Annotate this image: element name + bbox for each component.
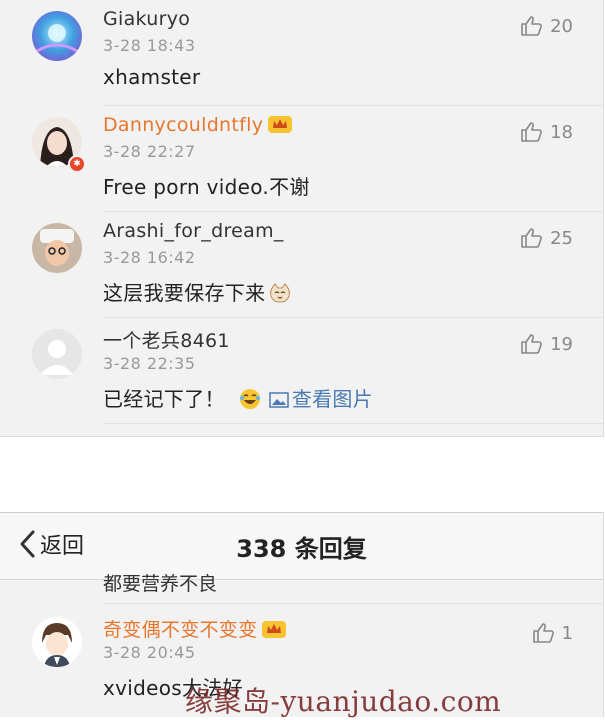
comment-list-top: Giakuryo 3-28 18:43 xhamster 20 ✱ Dannyc… — [0, 0, 604, 437]
avatar[interactable] — [32, 223, 82, 273]
username-text: Dannycouldntfly — [103, 114, 264, 136]
divider — [103, 423, 603, 424]
cat-face-emoji-icon — [270, 283, 291, 303]
comment-username[interactable]: Dannycouldntfly — [103, 114, 293, 136]
comment-time: 3-28 18:43 — [103, 36, 196, 55]
comment-text: 已经记下了！ 查看图片 — [103, 383, 373, 412]
comment-time: 3-28 16:42 — [103, 248, 196, 267]
avatar[interactable] — [32, 11, 82, 61]
thumbs-up-icon — [521, 16, 543, 36]
view-image-label: 查看图片 — [291, 387, 374, 411]
comment-text: 这层我要保存下来 — [103, 277, 291, 306]
like-count: 20 — [550, 15, 573, 37]
avatar[interactable] — [32, 617, 82, 667]
like-button[interactable]: 19 — [520, 332, 573, 356]
comment-item: 一个老兵8461 3-28 22:35 已经记下了！ 查看图片 19 — [0, 318, 603, 424]
comment-username[interactable]: Arashi_for_dream_ — [103, 220, 284, 242]
avatar[interactable] — [32, 329, 82, 379]
like-count: 25 — [550, 227, 573, 249]
comment-item: ✱ Dannycouldntfly 3-28 22:27 Free porn v… — [0, 106, 603, 212]
like-count: 19 — [550, 333, 573, 355]
comment-username[interactable]: Giakuryo — [103, 8, 190, 30]
comment-text: xhamster — [103, 65, 201, 89]
thumbs-up-icon — [521, 334, 543, 354]
crown-vip-icon — [262, 621, 287, 638]
comment-item: Giakuryo 3-28 18:43 xhamster 20 — [0, 0, 603, 106]
divider — [103, 603, 603, 604]
image-icon — [269, 392, 289, 408]
username-text: 奇变偶不变不变变 — [103, 619, 258, 641]
like-button[interactable]: 25 — [520, 226, 573, 250]
laughing-tears-emoji-icon — [239, 389, 260, 409]
like-button[interactable]: 1 — [532, 621, 573, 645]
thumbs-up-icon — [532, 623, 554, 643]
comment-time: 3-28 20:45 — [103, 643, 196, 662]
thumbs-up-icon — [521, 122, 543, 142]
comment-username[interactable]: 奇变偶不变不变变 — [103, 615, 287, 642]
comment-text-content: 已经记下了！ — [103, 387, 225, 411]
watermark: 缘聚岛-yuanjudao.com — [185, 685, 502, 718]
comment-time: 3-28 22:35 — [103, 354, 196, 373]
view-image-link[interactable]: 查看图片 — [269, 387, 373, 411]
comment-text-content: 这层我要保存下来 — [103, 281, 266, 305]
crown-vip-icon — [268, 116, 293, 133]
verified-badge-icon: ✱ — [68, 155, 86, 173]
like-count: 1 — [561, 622, 573, 644]
like-button[interactable]: 18 — [520, 120, 573, 144]
comment-username[interactable]: 一个老兵8461 — [103, 326, 230, 353]
partial-comment-text: 都要营养不良 — [103, 573, 218, 595]
thumbs-up-icon — [521, 228, 543, 248]
like-button[interactable]: 20 — [520, 14, 573, 38]
comment-text: Free porn video.不谢 — [103, 175, 310, 199]
page-title: 338 条回复 — [236, 535, 367, 563]
comment-time: 3-28 22:27 — [103, 142, 196, 161]
nav-bar: 返回 338 条回复 — [0, 513, 603, 580]
like-count: 18 — [550, 121, 573, 143]
comment-item: Arashi_for_dream_ 3-28 16:42 这层我要保存下来 25 — [0, 212, 603, 318]
